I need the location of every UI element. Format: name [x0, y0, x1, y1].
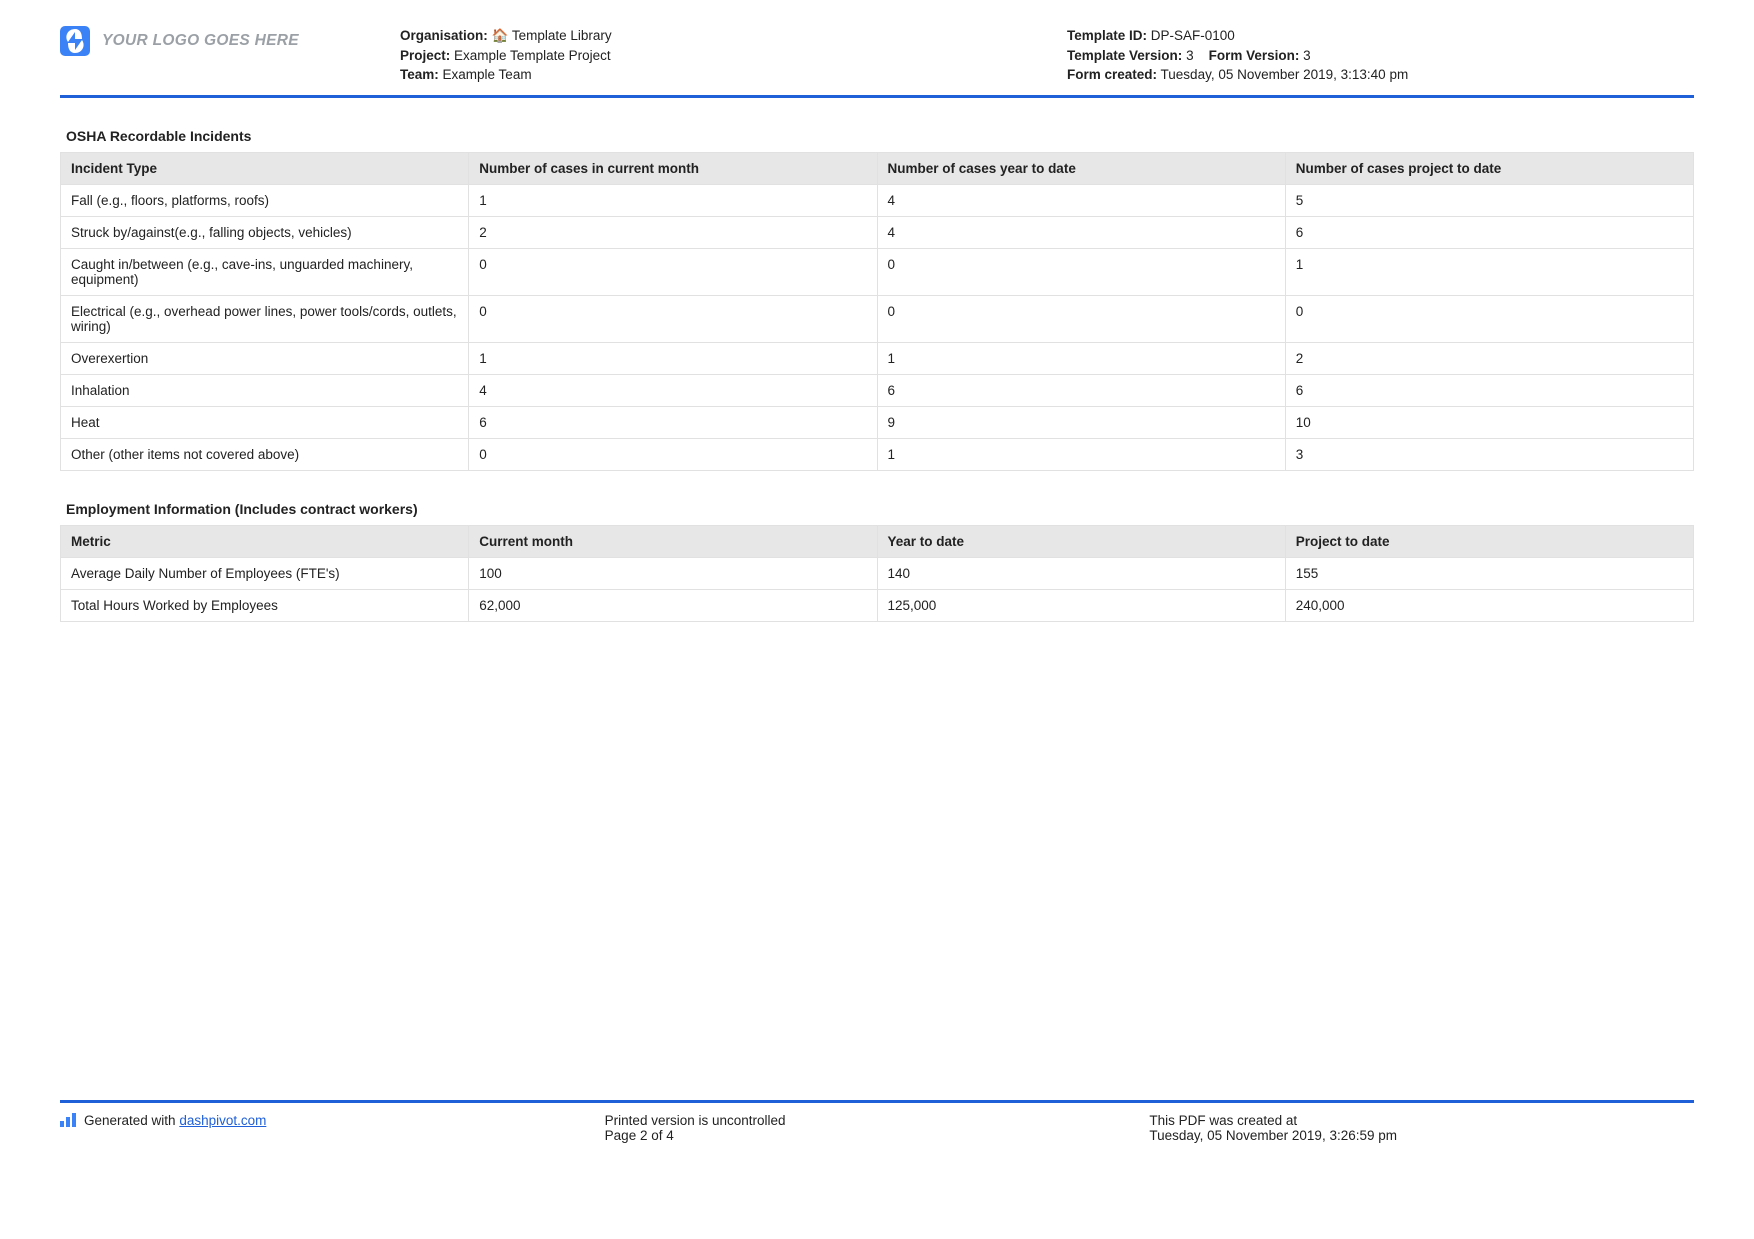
project-label: Project: [400, 48, 450, 63]
table-cell: Heat [61, 406, 469, 438]
organisation-label: Organisation: [400, 28, 488, 43]
table-cell: 0 [877, 295, 1285, 342]
footer-right-1: This PDF was created at [1149, 1113, 1694, 1128]
incidents-header-type: Incident Type [61, 152, 469, 184]
table-cell: Average Daily Number of Employees (FTE's… [61, 557, 469, 589]
page-header: YOUR LOGO GOES HERE Organisation: 🏠 Temp… [60, 26, 1694, 98]
table-cell: Inhalation [61, 374, 469, 406]
table-cell: 2 [469, 216, 877, 248]
template-id-label: Template ID: [1067, 28, 1147, 43]
page-footer: Generated with dashpivot.com Printed ver… [60, 1100, 1694, 1143]
table-cell: 0 [469, 248, 877, 295]
table-row: Struck by/against(e.g., falling objects,… [61, 216, 1694, 248]
table-row: Total Hours Worked by Employees62,000125… [61, 589, 1694, 621]
table-cell: 0 [469, 295, 877, 342]
template-version-label: Template Version: [1067, 48, 1182, 63]
table-cell: 125,000 [877, 589, 1285, 621]
table-cell: 155 [1285, 557, 1693, 589]
table-cell: 1 [469, 184, 877, 216]
employment-header-month: Current month [469, 525, 877, 557]
table-cell: Other (other items not covered above) [61, 438, 469, 470]
table-cell: 1 [877, 342, 1285, 374]
table-cell: 2 [1285, 342, 1693, 374]
table-cell: 4 [877, 184, 1285, 216]
table-cell: 140 [877, 557, 1285, 589]
table-row: Overexertion112 [61, 342, 1694, 374]
employment-table: Metric Current month Year to date Projec… [60, 525, 1694, 622]
table-cell: Overexertion [61, 342, 469, 374]
table-row: Heat6910 [61, 406, 1694, 438]
incidents-table: Incident Type Number of cases in current… [60, 152, 1694, 471]
generated-link[interactable]: dashpivot.com [179, 1113, 266, 1128]
table-cell: 0 [469, 438, 877, 470]
form-created-label: Form created: [1067, 67, 1157, 82]
incidents-header-month: Number of cases in current month [469, 152, 877, 184]
table-cell: Struck by/against(e.g., falling objects,… [61, 216, 469, 248]
table-cell: Caught in/between (e.g., cave-ins, ungua… [61, 248, 469, 295]
table-cell: Fall (e.g., floors, platforms, roofs) [61, 184, 469, 216]
table-cell: 1 [469, 342, 877, 374]
footer-center-1: Printed version is uncontrolled [605, 1113, 1150, 1128]
employment-section-title: Employment Information (Includes contrac… [66, 501, 1694, 517]
table-cell: 10 [1285, 406, 1693, 438]
table-cell: 240,000 [1285, 589, 1693, 621]
form-version-label: Form Version: [1209, 48, 1300, 63]
logo-block: YOUR LOGO GOES HERE [60, 26, 360, 56]
employment-header-ytd: Year to date [877, 525, 1285, 557]
table-cell: 4 [877, 216, 1285, 248]
table-cell: 6 [1285, 374, 1693, 406]
table-row: Fall (e.g., floors, platforms, roofs)145 [61, 184, 1694, 216]
generated-label: Generated with [84, 1113, 179, 1128]
logo-placeholder-text: YOUR LOGO GOES HERE [102, 32, 299, 50]
table-cell: 4 [469, 374, 877, 406]
table-cell: 9 [877, 406, 1285, 438]
header-meta-left: Organisation: 🏠 Template Library Project… [400, 26, 1027, 85]
incidents-header-ytd: Number of cases year to date [877, 152, 1285, 184]
logo-icon [60, 26, 90, 56]
table-cell: 0 [877, 248, 1285, 295]
project-value: Example Template Project [454, 48, 611, 63]
template-id-value: DP-SAF-0100 [1151, 28, 1235, 43]
table-cell: 62,000 [469, 589, 877, 621]
table-row: Inhalation466 [61, 374, 1694, 406]
table-row: Caught in/between (e.g., cave-ins, ungua… [61, 248, 1694, 295]
table-cell: Total Hours Worked by Employees [61, 589, 469, 621]
table-cell: 3 [1285, 438, 1693, 470]
employment-header-metric: Metric [61, 525, 469, 557]
table-cell: 1 [877, 438, 1285, 470]
organisation-value: 🏠 Template Library [492, 28, 612, 43]
footer-center-2: Page 2 of 4 [605, 1128, 1150, 1143]
employment-header-ptd: Project to date [1285, 525, 1693, 557]
table-cell: 6 [469, 406, 877, 438]
table-cell: 5 [1285, 184, 1693, 216]
table-cell: 1 [1285, 248, 1693, 295]
table-cell: 6 [1285, 216, 1693, 248]
table-row: Electrical (e.g., overhead power lines, … [61, 295, 1694, 342]
form-created-value: Tuesday, 05 November 2019, 3:13:40 pm [1161, 67, 1409, 82]
form-version-value: 3 [1303, 48, 1311, 63]
incidents-section-title: OSHA Recordable Incidents [66, 128, 1694, 144]
footer-right-2: Tuesday, 05 November 2019, 3:26:59 pm [1149, 1128, 1694, 1143]
incidents-header-ptd: Number of cases project to date [1285, 152, 1693, 184]
table-cell: 0 [1285, 295, 1693, 342]
table-cell: 6 [877, 374, 1285, 406]
table-cell: 100 [469, 557, 877, 589]
team-value: Example Team [443, 67, 532, 82]
header-meta-right: Template ID: DP-SAF-0100 Template Versio… [1067, 26, 1694, 85]
team-label: Team: [400, 67, 439, 82]
bars-icon [60, 1113, 76, 1127]
table-cell: Electrical (e.g., overhead power lines, … [61, 295, 469, 342]
table-row: Other (other items not covered above)013 [61, 438, 1694, 470]
table-row: Average Daily Number of Employees (FTE's… [61, 557, 1694, 589]
template-version-value: 3 [1186, 48, 1194, 63]
